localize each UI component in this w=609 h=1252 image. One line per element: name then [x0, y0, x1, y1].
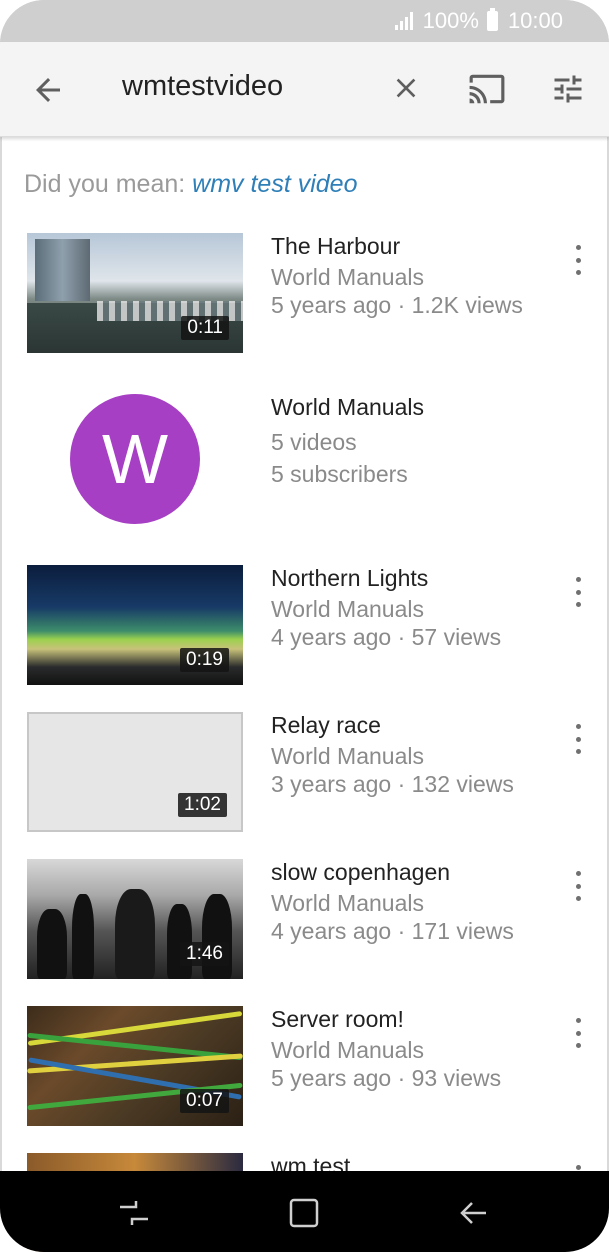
- channel-name: World Manuals: [271, 264, 424, 290]
- did-you-mean: Did you mean: wmv test video: [24, 170, 358, 199]
- video-meta: 5 years ago · 93 views: [271, 1065, 502, 1091]
- duration-badge: 0:19: [180, 648, 229, 672]
- home-icon[interactable]: [286, 1195, 322, 1231]
- clock: 10:00: [507, 8, 563, 33]
- cast-icon[interactable]: [466, 70, 508, 108]
- video-meta: 3 years ago · 132 views: [271, 771, 514, 797]
- video-title[interactable]: The Harbour: [271, 233, 400, 260]
- suggestion-link[interactable]: wmv test video: [192, 170, 357, 198]
- channel-name: World Manuals: [271, 890, 424, 916]
- video-thumbnail[interactable]: 1:02: [27, 712, 243, 832]
- phone-screen: 100% 10:00 wmtestvideo Did you mean: wmv…: [0, 0, 609, 1252]
- more-options-icon[interactable]: [568, 1018, 588, 1048]
- back-arrow-icon[interactable]: [30, 72, 66, 108]
- video-thumbnail[interactable]: 0:07: [27, 1006, 243, 1126]
- channel-title[interactable]: World Manuals: [271, 394, 424, 421]
- video-meta: 5 years ago · 1.2K views: [271, 292, 523, 318]
- clear-icon[interactable]: [390, 72, 422, 104]
- search-bar: wmtestvideo: [0, 42, 609, 137]
- duration-badge: 0:07: [180, 1089, 229, 1113]
- video-result[interactable]: 0:07 Server room! World Manuals 5 years …: [0, 1006, 609, 1136]
- channel-video-count: 5 videos: [271, 429, 357, 455]
- channel-name: World Manuals: [271, 1037, 424, 1063]
- signal-icon: [394, 12, 413, 30]
- video-title[interactable]: Server room!: [271, 1006, 404, 1033]
- video-result[interactable]: 0:19 Northern Lights World Manuals 4 yea…: [0, 565, 609, 695]
- channel-name: World Manuals: [271, 596, 424, 622]
- duration-badge: 1:02: [178, 793, 227, 817]
- battery-percent: 100%: [422, 8, 479, 33]
- did-you-mean-label: Did you mean:: [24, 170, 186, 198]
- duration-badge: 1:46: [180, 942, 229, 966]
- video-result[interactable]: 1:02 Relay race World Manuals 3 years ag…: [0, 712, 609, 842]
- channel-subscriber-count: 5 subscribers: [271, 461, 408, 487]
- video-meta: 4 years ago · 171 views: [271, 918, 514, 944]
- status-bar: 100% 10:00: [0, 0, 609, 42]
- video-meta: 4 years ago · 57 views: [271, 624, 502, 650]
- recent-apps-icon[interactable]: [116, 1195, 152, 1231]
- video-thumbnail[interactable]: 1:46: [27, 859, 243, 979]
- filter-icon[interactable]: [550, 70, 586, 108]
- video-thumbnail[interactable]: 0:11: [27, 233, 243, 353]
- video-result[interactable]: 1:46 slow copenhagen World Manuals 4 yea…: [0, 859, 609, 989]
- battery-icon: [486, 8, 498, 31]
- video-result[interactable]: 0:11 The Harbour World Manuals 5 years a…: [0, 233, 609, 363]
- channel-result[interactable]: W World Manuals 5 videos 5 subscribers: [0, 394, 609, 524]
- channel-name: World Manuals: [271, 743, 424, 769]
- video-title[interactable]: slow copenhagen: [271, 859, 450, 886]
- more-options-icon[interactable]: [568, 724, 588, 754]
- video-title[interactable]: Relay race: [271, 712, 381, 739]
- video-thumbnail[interactable]: 0:19: [27, 565, 243, 685]
- video-title[interactable]: Northern Lights: [271, 565, 428, 592]
- avatar[interactable]: W: [70, 394, 200, 524]
- more-options-icon[interactable]: [568, 871, 588, 901]
- android-nav-bar: [0, 1171, 609, 1252]
- duration-badge: 0:11: [181, 316, 229, 340]
- search-query[interactable]: wmtestvideo: [122, 70, 283, 103]
- back-icon[interactable]: [456, 1195, 492, 1231]
- more-options-icon[interactable]: [568, 577, 588, 607]
- more-options-icon[interactable]: [568, 245, 588, 275]
